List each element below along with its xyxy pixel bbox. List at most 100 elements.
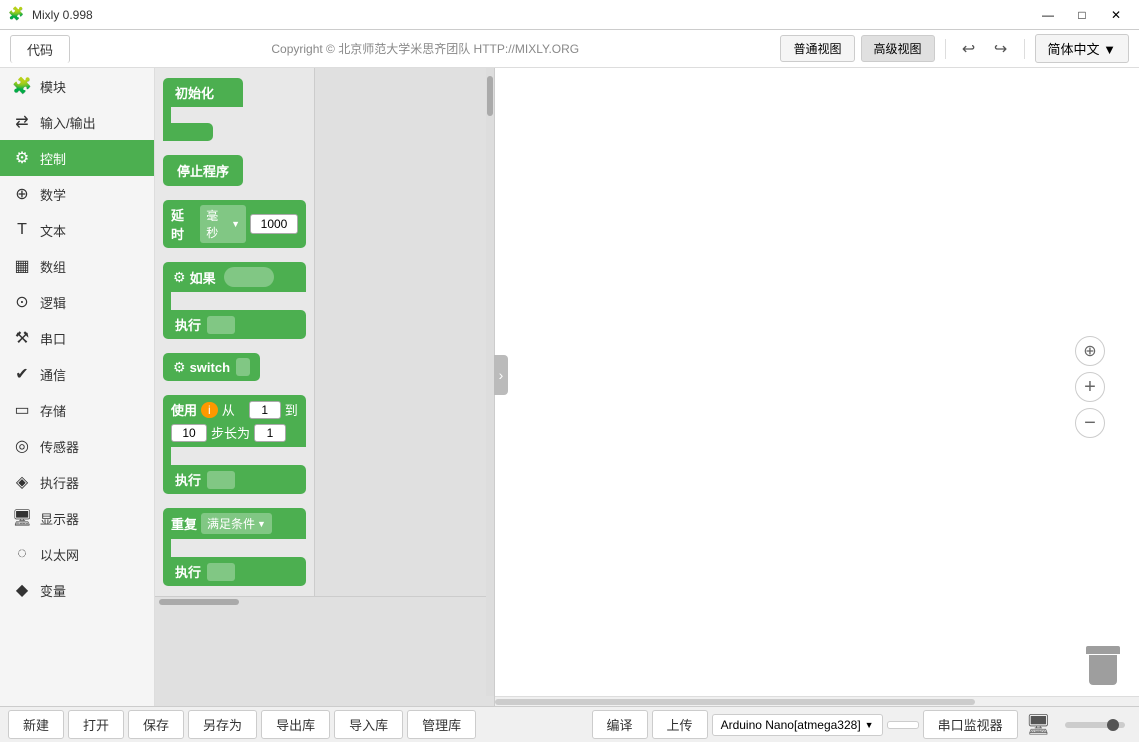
sidebar-item-text[interactable]: T 文本 <box>0 212 154 248</box>
control-icon: ⚙ <box>12 148 32 168</box>
sidebar-label-math: 数学 <box>40 185 66 204</box>
repeat-cond-dropdown[interactable]: 满足条件 ▼ <box>201 513 272 534</box>
for-use-label: 使用 <box>171 400 197 419</box>
if-label: 如果 <box>190 268 216 287</box>
modules-icon: 🧩 <box>12 76 32 96</box>
delay-value-input[interactable] <box>250 214 298 234</box>
close-button[interactable]: ✕ <box>1101 5 1131 25</box>
code-panel: 初始化 停止程序 延时 毫秒 ▼ <box>155 68 315 596</box>
sidebar-item-storage[interactable]: ▭ 存储 <box>0 392 154 428</box>
zoom-center-button[interactable]: ⊕ <box>1075 336 1105 366</box>
sidebar-item-modules[interactable]: 🧩 模块 <box>0 68 154 104</box>
sidebar-item-sensors[interactable]: ◎ 传感器 <box>0 428 154 464</box>
sidebar-item-actuators[interactable]: ◈ 执行器 <box>0 464 154 500</box>
compile-button[interactable]: 编译 <box>592 710 648 739</box>
volume-slider[interactable] <box>1065 722 1125 728</box>
for-step-input[interactable] <box>254 424 286 442</box>
for-from-label: 从 <box>222 400 235 419</box>
repeat-block[interactable]: 重复 满足条件 ▼ 执行 <box>163 508 306 586</box>
trash-body <box>1089 655 1117 685</box>
sidebar-item-logic[interactable]: ⊙ 逻辑 <box>0 284 154 320</box>
gear-icon: ⚙ <box>173 269 186 286</box>
separator <box>945 39 946 59</box>
ethernet-icon: ◌ <box>12 545 32 563</box>
for-from-input[interactable] <box>249 401 281 419</box>
switch-gear-icon: ⚙ <box>173 359 186 376</box>
stop-block[interactable]: 停止程序 <box>163 155 306 186</box>
collapse-tab[interactable]: › <box>494 355 508 395</box>
minimize-button[interactable]: — <box>1033 5 1063 25</box>
switch-label: switch <box>190 360 230 375</box>
sidebar-item-display[interactable]: 🖥 显示器 <box>0 500 154 536</box>
io-icon: ⇄ <box>12 112 32 132</box>
view-advanced-button[interactable]: 高级视图 <box>861 35 935 62</box>
sidebar-label-control: 控制 <box>40 149 66 168</box>
zoom-out-button[interactable]: − <box>1075 408 1105 438</box>
serial-monitor-button[interactable]: 串口监视器 <box>923 710 1018 739</box>
sidebar-item-variables[interactable]: ◆ 变量 <box>0 572 154 608</box>
for-block[interactable]: 使用 i 从 到 步长为 执行 <box>163 395 306 494</box>
view-normal-button[interactable]: 普通视图 <box>780 35 854 62</box>
delay-block[interactable]: 延时 毫秒 ▼ <box>163 200 306 248</box>
variables-icon: ◆ <box>12 580 32 600</box>
storage-icon: ▭ <box>12 400 32 420</box>
language-button[interactable]: 简体中文 ▼ <box>1035 34 1129 63</box>
sidebar-item-array[interactable]: ▦ 数组 <box>0 248 154 284</box>
device-dropdown-arrow: ▼ <box>865 720 874 730</box>
toolbar: 代码 Copyright © 北京师范大学米思齐团队 HTTP://MIXLY.… <box>0 30 1139 68</box>
sidebar: 🧩 模块 ⇄ 输入/输出 ⚙ 控制 ⊕ 数学 T 文本 ▦ 数组 ⊙ 逻辑 ⚒ <box>0 68 155 706</box>
export-lib-button[interactable]: 导出库 <box>261 710 330 739</box>
tab-code[interactable]: 代码 <box>10 35 70 63</box>
vertical-scrollbar[interactable] <box>486 68 494 696</box>
upload-button[interactable]: 上传 <box>652 710 708 739</box>
main-area: 🧩 模块 ⇄ 输入/输出 ⚙ 控制 ⊕ 数学 T 文本 ▦ 数组 ⊙ 逻辑 ⚒ <box>0 68 1139 706</box>
sidebar-label-serial: 串口 <box>40 329 66 348</box>
sidebar-item-control[interactable]: ⚙ 控制 <box>0 140 154 176</box>
stop-label: 停止程序 <box>177 164 229 179</box>
for-to-label: 到 <box>285 400 298 419</box>
array-icon: ▦ <box>12 256 32 276</box>
for-to-input[interactable] <box>171 424 207 442</box>
new-button[interactable]: 新建 <box>8 710 64 739</box>
workspace[interactable]: ⊕ + − <box>495 68 1139 706</box>
switch-block[interactable]: ⚙ switch <box>163 353 306 381</box>
delay-unit-dropdown[interactable]: 毫秒 ▼ <box>200 205 246 243</box>
device-port-select[interactable] <box>887 721 919 729</box>
code-panel-hscrollbar[interactable] <box>155 596 494 606</box>
sidebar-label-ethernet: 以太网 <box>40 545 79 564</box>
workspace-hscrollbar[interactable] <box>495 696 1139 706</box>
copyright-text: Copyright © 北京师范大学米思齐团队 HTTP://MIXLY.ORG <box>76 40 774 57</box>
maximize-button[interactable]: □ <box>1067 5 1097 25</box>
zoom-in-button[interactable]: + <box>1075 372 1105 402</box>
init-block[interactable]: 初始化 <box>163 78 306 141</box>
import-lib-button[interactable]: 导入库 <box>334 710 403 739</box>
sidebar-item-math[interactable]: ⊕ 数学 <box>0 176 154 212</box>
app-title: Mixly 0.998 <box>32 8 1033 22</box>
sidebar-item-serial[interactable]: ⚒ 串口 <box>0 320 154 356</box>
open-button[interactable]: 打开 <box>68 710 124 739</box>
serial-icon: ⚒ <box>12 328 32 348</box>
for-step-label: 步长为 <box>211 423 250 442</box>
sidebar-item-ethernet[interactable]: ◌ 以太网 <box>0 536 154 572</box>
execute-label1: 执行 <box>175 315 201 334</box>
cpu-icon: 🖥 <box>1026 712 1051 737</box>
for-exec-label: 执行 <box>175 470 201 489</box>
workspace-hscrollbar-thumb <box>495 699 975 705</box>
save-button[interactable]: 保存 <box>128 710 184 739</box>
sidebar-label-actuators: 执行器 <box>40 473 79 492</box>
math-icon: ⊕ <box>12 184 32 204</box>
undo-button[interactable]: ↩ <box>956 36 982 62</box>
redo-button[interactable]: ↪ <box>988 36 1014 62</box>
display-icon: 🖥 <box>12 508 32 528</box>
sidebar-label-modules: 模块 <box>40 77 66 96</box>
sidebar-item-comms[interactable]: ✔ 通信 <box>0 356 154 392</box>
save-as-button[interactable]: 另存为 <box>188 710 257 739</box>
repeat-exec-label: 执行 <box>175 562 201 581</box>
manage-button[interactable]: 管理库 <box>407 710 476 739</box>
if-block[interactable]: ⚙ 如果 执行 <box>163 262 306 339</box>
device-select[interactable]: Arduino Nano[atmega328] ▼ <box>712 714 883 736</box>
sidebar-item-io[interactable]: ⇄ 输入/输出 <box>0 104 154 140</box>
separator2 <box>1024 39 1025 59</box>
sidebar-label-io: 输入/输出 <box>40 113 96 132</box>
device-label: Arduino Nano[atmega328] <box>721 718 861 732</box>
